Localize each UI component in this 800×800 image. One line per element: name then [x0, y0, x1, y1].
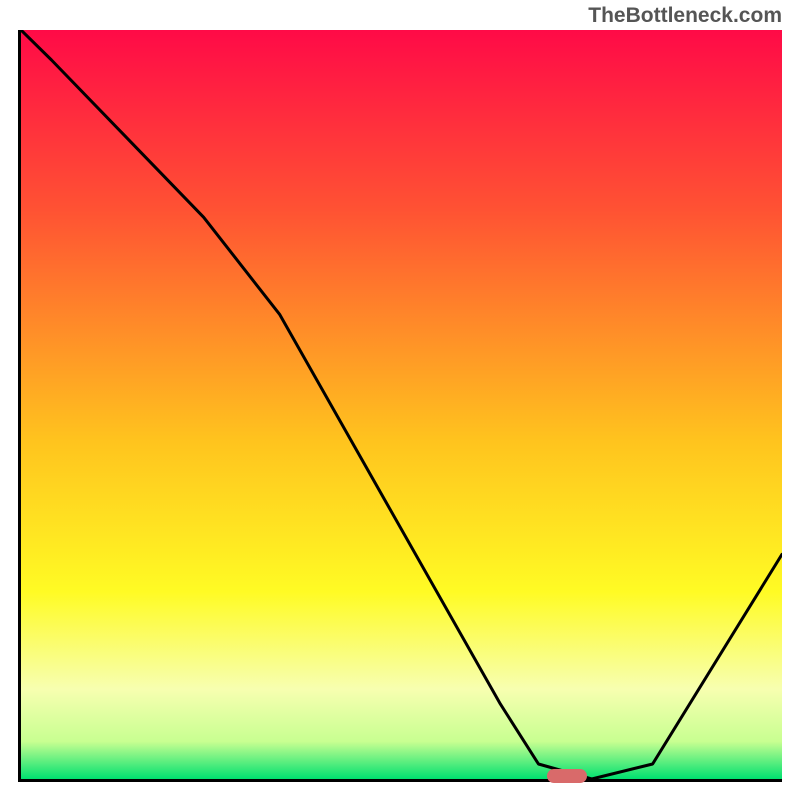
bottleneck-curve	[21, 30, 782, 779]
curve-layer	[21, 30, 782, 779]
optimal-marker	[547, 769, 587, 783]
plot-area	[18, 30, 782, 782]
watermark-text: TheBottleneck.com	[588, 4, 782, 28]
